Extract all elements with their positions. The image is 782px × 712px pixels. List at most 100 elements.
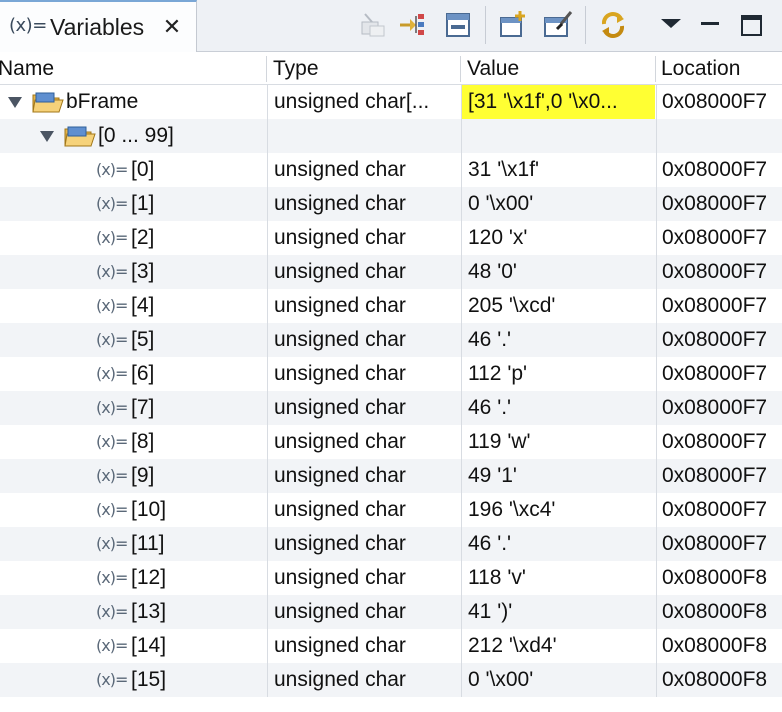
array-folder-icon xyxy=(64,124,96,148)
variable-name: [0] xyxy=(131,158,155,181)
value-cell[interactable]: 46 '.' xyxy=(461,391,655,425)
type-cell: unsigned char xyxy=(267,289,460,323)
variable-name: [12] xyxy=(131,566,167,589)
name-cell: [0 ... 99] xyxy=(0,119,266,153)
name-cell: (x)= [15] xyxy=(0,663,266,697)
close-icon[interactable]: ✕ xyxy=(161,16,183,38)
add-watch-expression-icon[interactable] xyxy=(496,8,530,42)
view-toolbar-bar: (x)= Variables ✕ xyxy=(0,0,782,52)
toolbar-separator xyxy=(485,6,486,44)
collapse-all-icon[interactable] xyxy=(356,8,390,42)
refresh-icon[interactable] xyxy=(596,8,630,42)
location-cell: 0x08000F7 xyxy=(656,357,782,391)
location-cell: 0x08000F8 xyxy=(656,561,782,595)
table-row[interactable]: (x)= [5] unsigned char 46 '.' 0x08000F7 xyxy=(0,323,782,357)
location-cell: 0x08000F7 xyxy=(656,527,782,561)
table-row[interactable]: (x)= [3] unsigned char 48 '0' 0x08000F7 xyxy=(0,255,782,289)
table-row[interactable]: (x)= [11] unsigned char 46 '.' 0x08000F7 xyxy=(0,527,782,561)
collapse-icon[interactable] xyxy=(441,8,475,42)
table-row[interactable]: (x)= [12] unsigned char 118 'v' 0x08000F8 xyxy=(0,561,782,595)
value-cell[interactable]: 112 'p' xyxy=(461,357,655,391)
variable-name: [0 ... 99] xyxy=(98,124,174,147)
value-cell-changed[interactable]: [31 '\x1f',0 '\x0... xyxy=(461,85,655,119)
show-logical-structure-icon[interactable] xyxy=(398,8,432,42)
location-cell: 0x08000F7 xyxy=(656,493,782,527)
value-cell[interactable]: 0 '\x00' xyxy=(461,663,655,697)
value-cell[interactable]: 46 '.' xyxy=(461,527,655,561)
table-row[interactable]: bFrame unsigned char[... [31 '\x1f',0 '\x0… xyxy=(0,85,782,119)
location-cell: 0x08000F7 xyxy=(656,221,782,255)
name-cell: (x)= [2] xyxy=(0,221,266,255)
table-row[interactable]: (x)= [13] unsigned char 41 ')' 0x08000F8 xyxy=(0,595,782,629)
type-cell: unsigned char xyxy=(267,391,460,425)
variable-name: [13] xyxy=(131,600,167,623)
name-cell: (x)= [0] xyxy=(0,153,266,187)
column-header-location[interactable]: Location xyxy=(655,52,782,85)
table-row[interactable]: (x)= [1] unsigned char 0 '\x00' 0x08000F7 xyxy=(0,187,782,221)
value-cell[interactable]: 46 '.' xyxy=(461,323,655,357)
location-cell: 0x08000F7 xyxy=(656,187,782,221)
table-row[interactable]: (x)= [2] unsigned char 120 'x' 0x08000F7 xyxy=(0,221,782,255)
value-cell[interactable]: 212 '\xd4' xyxy=(461,629,655,663)
table-row[interactable]: (x)= [6] unsigned char 112 'p' 0x08000F7 xyxy=(0,357,782,391)
column-header-name[interactable]: Name xyxy=(0,52,264,85)
variables-view-icon: (x)= xyxy=(9,15,47,36)
variable-icon: (x)= xyxy=(96,364,128,383)
location-cell: 0x08000F7 xyxy=(656,425,782,459)
variable-name: [4] xyxy=(131,294,155,317)
table-row[interactable]: (x)= [15] unsigned char 0 '\x00' 0x08000F8 xyxy=(0,663,782,697)
value-cell[interactable]: 118 'v' xyxy=(461,561,655,595)
table-row[interactable]: (x)= [0] unsigned char 31 '\x1f' 0x08000F7 xyxy=(0,153,782,187)
location-cell: 0x08000F7 xyxy=(656,153,782,187)
value-cell[interactable]: 196 '\xc4' xyxy=(461,493,655,527)
table-row[interactable]: (x)= [8] unsigned char 119 'w' 0x08000F7 xyxy=(0,425,782,459)
maximize-icon[interactable] xyxy=(735,8,769,42)
value-cell[interactable]: 41 ')' xyxy=(461,595,655,629)
table-row[interactable]: (x)= [9] unsigned char 49 '1' 0x08000F7 xyxy=(0,459,782,493)
table-row[interactable]: (x)= [4] unsigned char 205 '\xcd' 0x08000F7 xyxy=(0,289,782,323)
select-columns-icon[interactable] xyxy=(541,8,575,42)
tab-variables[interactable]: (x)= Variables ✕ xyxy=(0,0,197,52)
table-row[interactable]: [0 ... 99] xyxy=(0,119,782,153)
location-cell: 0x08000F8 xyxy=(656,663,782,697)
variable-icon: (x)= xyxy=(96,534,128,553)
table-row[interactable]: (x)= [7] unsigned char 46 '.' 0x08000F7 xyxy=(0,391,782,425)
minimize-icon[interactable] xyxy=(693,8,727,42)
column-header-value[interactable]: Value xyxy=(461,52,655,85)
expand-chevron-icon[interactable] xyxy=(8,97,22,108)
type-cell: unsigned char xyxy=(267,357,460,391)
table-body: bFrame unsigned char[... [31 '\x1f',0 '\x0… xyxy=(0,85,782,697)
table-row[interactable]: (x)= [14] unsigned char 212 '\xd4' 0x08000F8 xyxy=(0,629,782,663)
name-cell: (x)= [12] xyxy=(0,561,266,595)
array-folder-icon xyxy=(32,90,64,114)
variable-name: [1] xyxy=(131,192,155,215)
name-cell: (x)= [14] xyxy=(0,629,266,663)
view-menu-icon[interactable] xyxy=(654,8,688,42)
value-cell[interactable]: 120 'x' xyxy=(461,221,655,255)
location-cell: 0x08000F7 xyxy=(656,391,782,425)
table-row[interactable]: (x)= [10] unsigned char 196 '\xc4' 0x08000F7 xyxy=(0,493,782,527)
value-cell[interactable]: 49 '1' xyxy=(461,459,655,493)
location-cell: 0x08000F8 xyxy=(656,629,782,663)
type-cell xyxy=(267,119,460,153)
location-cell: 0x08000F8 xyxy=(656,595,782,629)
name-cell: (x)= [6] xyxy=(0,357,266,391)
variable-icon: (x)= xyxy=(96,228,128,247)
value-cell[interactable]: 0 '\x00' xyxy=(461,187,655,221)
variable-icon: (x)= xyxy=(96,432,128,451)
value-cell[interactable]: 205 '\xcd' xyxy=(461,289,655,323)
tab-title: Variables xyxy=(50,14,145,40)
name-cell: (x)= [8] xyxy=(0,425,266,459)
variable-name: [2] xyxy=(131,226,155,249)
value-cell[interactable] xyxy=(461,119,655,153)
value-cell[interactable]: 31 '\x1f' xyxy=(461,153,655,187)
expand-chevron-icon[interactable] xyxy=(40,131,54,142)
column-header-type[interactable]: Type xyxy=(267,52,460,85)
type-cell: unsigned char xyxy=(267,221,460,255)
value-cell[interactable]: 119 'w' xyxy=(461,425,655,459)
type-cell: unsigned char xyxy=(267,153,460,187)
name-cell: (x)= [9] xyxy=(0,459,266,493)
value-cell[interactable]: 48 '0' xyxy=(461,255,655,289)
name-cell: (x)= [10] xyxy=(0,493,266,527)
type-cell: unsigned char xyxy=(267,561,460,595)
